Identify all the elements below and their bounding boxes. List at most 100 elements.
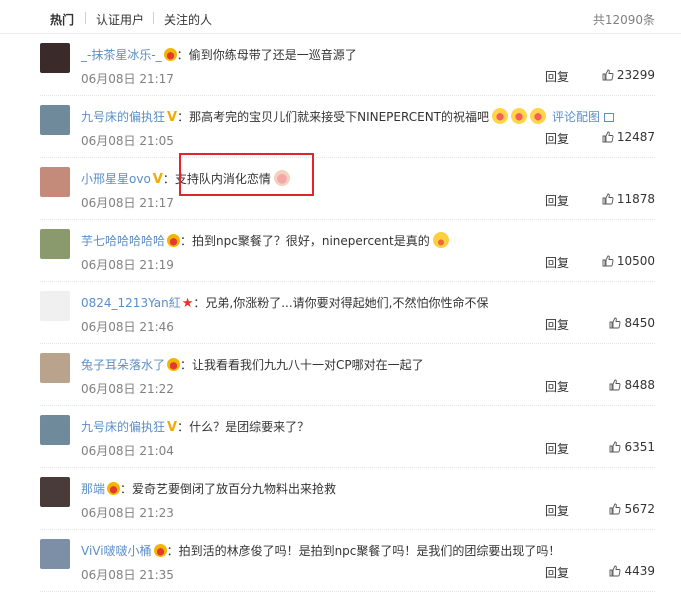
reply-button[interactable]: 回复 [545,192,569,209]
comment-timestamp: 06月08日 21:17 [81,196,174,210]
member-crown-icon [153,544,167,557]
like-button[interactable]: 10500 [602,254,655,268]
comment-row: 兔子耳朵落水了 ：让我看看我们九九八十一对CP哪对在一起了 06月08日 21:22… [40,344,655,406]
username-link[interactable]: 芋七哈哈哈哈哈 [81,234,165,248]
avatar[interactable] [40,477,70,507]
comment-text: 偷到你练母带了还是一巡音源了 [188,48,357,62]
comment-row: 芋七哈哈哈哈哈 ：拍到npc聚餐了？很好，ninepercent是真的 06月08日… [40,220,655,282]
thumbs-up-icon [610,317,621,329]
comment-text: 那高考完的宝贝儿们就来接受下NINEPERCENT的祝福吧 [189,110,489,124]
comment-timestamp: 06月08日 21:35 [81,568,174,582]
reply-button[interactable]: 回复 [545,254,569,271]
comment-timestamp: 06月08日 21:17 [81,72,174,86]
star-icon: ★ [181,296,194,311]
thumbs-up-icon [602,131,614,143]
username-link[interactable]: 那端 [81,482,105,496]
tab-divider [153,12,154,24]
comment-row: 小邢星星ovo V：支持队内消化恋情 06月08日 21:17 回复 11878 [40,158,655,220]
like-count: 11878 [616,192,655,206]
username-link[interactable]: 兔子耳朵落水了 [81,358,165,372]
image-icon[interactable] [604,113,615,122]
like-count: 10500 [616,254,655,268]
reply-button[interactable]: 回复 [545,502,569,519]
like-count: 12487 [616,130,655,144]
reply-button[interactable]: 回复 [545,316,569,333]
comment-text: 拍到npc聚餐了？很好，ninepercent是真的 [192,234,430,248]
like-button[interactable]: 5672 [609,502,655,516]
comment-text: 什么？是团综要来了？ [189,420,310,434]
username-link[interactable]: 九号床的偏执狂 [81,420,165,434]
like-button[interactable]: 11878 [602,192,655,206]
like-button[interactable]: 6351 [609,440,655,454]
love-emoji-icon [530,108,546,124]
avatar[interactable] [40,539,70,569]
avatar[interactable] [40,43,70,73]
reply-button[interactable]: 回复 [545,440,569,457]
love-emoji-icon [492,108,508,124]
username-link[interactable]: 0824_1213Yan紅 [81,296,181,310]
like-button[interactable]: 8488 [609,378,655,392]
like-button[interactable]: 23299 [602,68,655,82]
member-crown-icon [163,48,177,61]
reply-button[interactable]: 回复 [545,564,569,581]
username-link[interactable]: 小邢星星ovo [81,172,151,186]
avatar[interactable] [40,105,70,135]
avatar[interactable] [40,415,70,445]
avatar[interactable] [40,167,70,197]
tab-following[interactable]: 关注的人 [164,11,212,28]
comment-timestamp: 06月08日 21:05 [81,134,174,148]
username-link[interactable]: 九号床的偏执狂 [81,110,165,124]
comment-row: 九号床的偏执狂 V：什么？是团综要来了？ 06月08日 21:04 回复 6351 [40,406,655,468]
tab-verified-users[interactable]: 认证用户 [96,11,144,28]
thumbs-up-icon [602,193,614,205]
colon-separator: ： [193,296,206,310]
avatar[interactable] [40,353,70,383]
like-count: 8450 [624,316,655,330]
username-link[interactable]: _-抹茶星冰乐-_ [81,48,162,62]
comment-line: _-抹茶星冰乐-_ ：偷到你练母带了还是一巡音源了 [81,46,357,64]
comment-line: 九号床的偏执狂 V：那高考完的宝贝儿们就来接受下NINEPERCENT的祝福吧 评论… [81,108,615,126]
comment-line: 那端 ：爱奇艺要倒闭了放百分九物料出来抢救 [81,480,336,498]
comment-line: 兔子耳朵落水了 ：让我看看我们九九八十一对CP哪对在一起了 [81,356,424,374]
colon-separator: ： [180,358,193,372]
comment-timestamp: 06月08日 21:23 [81,506,174,520]
comment-line: ViVi啵啵小桶 ：拍到活的林彦俊了吗！是拍到npc聚餐了吗！是我们的团综要出现了… [81,542,560,560]
like-button[interactable]: 4439 [609,564,655,578]
comment-text: 拍到活的林彦俊了吗！是拍到npc聚餐了吗！是我们的团综要出现了吗！ [178,544,561,558]
thumbs-up-icon [602,255,614,267]
colon-separator: ： [120,482,133,496]
avatar[interactable] [40,229,70,259]
like-button[interactable]: 12487 [602,130,655,144]
tab-hot[interactable]: 热门 [50,11,74,28]
comment-total-count: 共12090条 [592,13,655,27]
like-count: 8488 [624,378,655,392]
comment-text: 让我看看我们九九八十一对CP哪对在一起了 [192,358,424,372]
thumbs-up-icon [610,503,621,515]
thumbs-up-icon [610,379,621,391]
colon-separator: ： [162,172,175,186]
comment-timestamp: 06月08日 21:46 [81,320,174,334]
reply-button[interactable]: 回复 [545,378,569,395]
colon-separator: ： [176,48,189,62]
reply-button[interactable]: 回复 [545,68,569,85]
comment-text: 兄弟,你涨粉了...请你要对得起她们,不然怕你性命不保 [205,296,489,310]
like-button[interactable]: 8450 [609,316,655,330]
username-link[interactable]: ViVi啵啵小桶 [81,544,152,558]
comment-timestamp: 06月08日 21:04 [81,444,174,458]
comment-row: _-抹茶星冰乐-_ ：偷到你练母带了还是一巡音源了 06月08日 21:17 回复 23… [40,34,655,96]
verified-v-icon: V [152,172,163,187]
thumbs-up-icon [602,69,614,81]
colon-separator: ： [166,544,179,558]
comment-text: 爱奇艺要倒闭了放百分九物料出来抢救 [132,482,337,496]
colon-separator: ： [177,420,190,434]
comment-line: 小邢星星ovo V：支持队内消化恋情 [81,170,290,188]
comment-timestamp: 06月08日 21:19 [81,258,174,272]
love-emoji-icon [511,108,527,124]
comment-image-link[interactable]: 评论配图 [552,110,600,124]
avatar[interactable] [40,291,70,321]
comment-list: _-抹茶星冰乐-_ ：偷到你练母带了还是一巡音源了 06月08日 21:17 回复 23… [0,34,681,592]
comment-row: 0824_1213Yan紅★：兄弟,你涨粉了...请你要对得起她们,不然怕你性命… [40,282,655,344]
comment-timestamp: 06月08日 21:22 [81,382,174,396]
reply-button[interactable]: 回复 [545,130,569,147]
pig-emoji-icon [273,170,290,186]
